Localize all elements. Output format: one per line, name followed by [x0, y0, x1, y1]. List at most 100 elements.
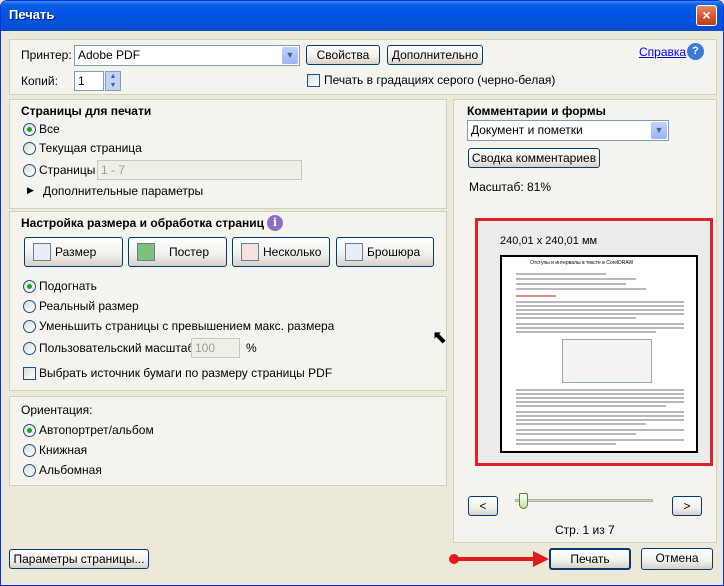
close-button[interactable]: ×	[696, 5, 717, 26]
comments-select[interactable]: Документ и пометки ▼	[467, 120, 669, 141]
orientation-title: Ориентация:	[21, 403, 93, 417]
orientation-landscape-label: Альбомная	[39, 463, 102, 477]
paper-source-label: Выбрать источник бумаги по размеру стран…	[39, 366, 333, 380]
copies-label: Копий:	[21, 74, 58, 88]
arrow-head-icon	[533, 551, 549, 567]
actual-size-label: Реальный размер	[39, 299, 139, 313]
preview-text-line	[516, 317, 636, 319]
paper-source-checkbox[interactable]	[23, 367, 36, 380]
preview-text-line	[516, 327, 684, 329]
preview-text-line	[516, 397, 684, 399]
preview-page-size: 240,01 x 240,01 мм	[500, 235, 598, 247]
preview-text-line	[516, 415, 684, 417]
title-bar[interactable]: Печать ×	[1, 1, 723, 31]
pages-section-title: Страницы для печати	[21, 104, 152, 118]
pages-range-input[interactable]: 1 - 7	[97, 160, 302, 180]
zoom-slider-thumb[interactable]	[519, 493, 529, 509]
preview-text-line	[516, 278, 636, 280]
pages-all-radio[interactable]	[23, 123, 36, 136]
orientation-auto-radio[interactable]	[23, 424, 36, 437]
info-icon[interactable]: i	[267, 215, 283, 231]
chevron-left-icon: <	[479, 499, 487, 513]
copies-value: 1	[78, 74, 85, 88]
orientation-portrait-radio[interactable]	[23, 444, 36, 457]
red-arrow-icon	[455, 557, 535, 561]
printer-label: Принтер:	[21, 48, 72, 62]
question-icon[interactable]: ?	[687, 43, 704, 60]
preview-text-line	[516, 443, 616, 445]
sizing-section-title: Настройка размера и обработка страниц	[21, 216, 264, 230]
preview-page: Отступы и интервалы в тексте в CorelDRAW	[500, 255, 698, 453]
more-options-toggle[interactable]: Дополнительные параметры	[43, 184, 203, 198]
orientation-landscape-radio[interactable]	[23, 464, 36, 477]
booklet-icon	[345, 243, 363, 261]
print-button[interactable]: Печать	[549, 548, 631, 570]
chevron-down-icon: ▼	[651, 122, 667, 139]
actual-size-radio[interactable]	[23, 300, 36, 313]
prev-page-button[interactable]: <	[468, 496, 498, 516]
booklet-button-label: Брошюра	[367, 245, 421, 259]
properties-button[interactable]: Свойства	[306, 45, 380, 65]
page-indicator: Стр. 1 из 7	[555, 523, 615, 537]
close-icon: ×	[702, 7, 711, 23]
window-title: Печать	[9, 7, 55, 22]
custom-scale-input[interactable]: 100	[191, 338, 240, 358]
poster-button-label: Постер	[169, 245, 210, 259]
printer-select[interactable]: Adobe PDF ▼	[74, 45, 300, 66]
size-button[interactable]: Размер	[24, 237, 123, 267]
multiple-button-label: Несколько	[263, 245, 322, 259]
print-dialog: Печать × Принтер: Adobe PDF ▼ Свойства Д…	[0, 0, 724, 586]
pages-range-radio[interactable]	[23, 164, 36, 177]
orientation-auto-label: Автопортрет/альбом	[39, 423, 154, 437]
preview-image	[562, 339, 652, 383]
printer-select-value: Adobe PDF	[78, 48, 141, 62]
preview-text-line	[516, 323, 684, 325]
comments-summary-button[interactable]: Сводка комментариев	[468, 148, 600, 168]
mouse-cursor-icon: ⬉	[432, 327, 448, 347]
advanced-button[interactable]: Дополнительно	[387, 45, 483, 65]
next-page-button[interactable]: >	[672, 496, 702, 516]
preview-text-line	[516, 295, 556, 297]
preview-doc-title: Отступы и интервалы в тексте в CorelDRAW	[530, 260, 634, 266]
custom-scale-unit: %	[246, 341, 257, 355]
grayscale-checkbox[interactable]	[307, 74, 320, 87]
preview-text-line	[516, 401, 684, 403]
preview-text-line	[516, 309, 684, 311]
triangle-right-icon[interactable]: ▶	[27, 185, 34, 196]
poster-button[interactable]: Постер	[128, 237, 227, 267]
preview-highlight: 240,01 x 240,01 мм Отступы и интервалы в…	[475, 218, 713, 466]
zoom-slider-track[interactable]	[515, 499, 653, 502]
preview-text-line	[516, 393, 684, 395]
preview-text-line	[516, 305, 684, 307]
preview-text-line	[516, 419, 684, 421]
preview-text-line	[516, 313, 684, 315]
preview-text-line	[516, 433, 636, 435]
page-setup-button[interactable]: Параметры страницы...	[9, 549, 149, 569]
preview-text-line	[516, 273, 606, 275]
fit-radio[interactable]	[23, 280, 36, 293]
orientation-portrait-label: Книжная	[39, 443, 88, 457]
copies-stepper[interactable]: ▲ ▼	[105, 71, 121, 91]
preview-text-line	[516, 405, 666, 407]
preview-text-line	[516, 301, 684, 303]
preview-text-line	[516, 331, 656, 333]
chevron-down-icon: ▼	[282, 47, 298, 64]
copies-input[interactable]: 1	[74, 71, 104, 91]
pages-range-label: Страницы	[39, 163, 96, 177]
preview-text-line	[516, 283, 626, 285]
cancel-button[interactable]: Отмена	[641, 548, 713, 570]
fit-label: Подогнать	[39, 279, 97, 293]
pages-current-radio[interactable]	[23, 142, 36, 155]
grayscale-label: Печать в градациях серого (черно-белая)	[324, 73, 556, 87]
custom-scale-radio[interactable]	[23, 342, 36, 355]
comments-title: Комментарии и формы	[467, 104, 606, 118]
booklet-button[interactable]: Брошюра	[336, 237, 434, 267]
multiple-button[interactable]: Несколько	[232, 237, 330, 267]
poster-icon	[137, 243, 155, 261]
pages-all-label: Все	[39, 122, 60, 136]
comments-select-value: Документ и пометки	[471, 123, 583, 137]
custom-scale-label: Пользовательский масштаб:	[39, 341, 198, 355]
shrink-radio[interactable]	[23, 320, 36, 333]
help-link[interactable]: Справка	[639, 45, 686, 59]
preview-text-line	[516, 423, 646, 425]
